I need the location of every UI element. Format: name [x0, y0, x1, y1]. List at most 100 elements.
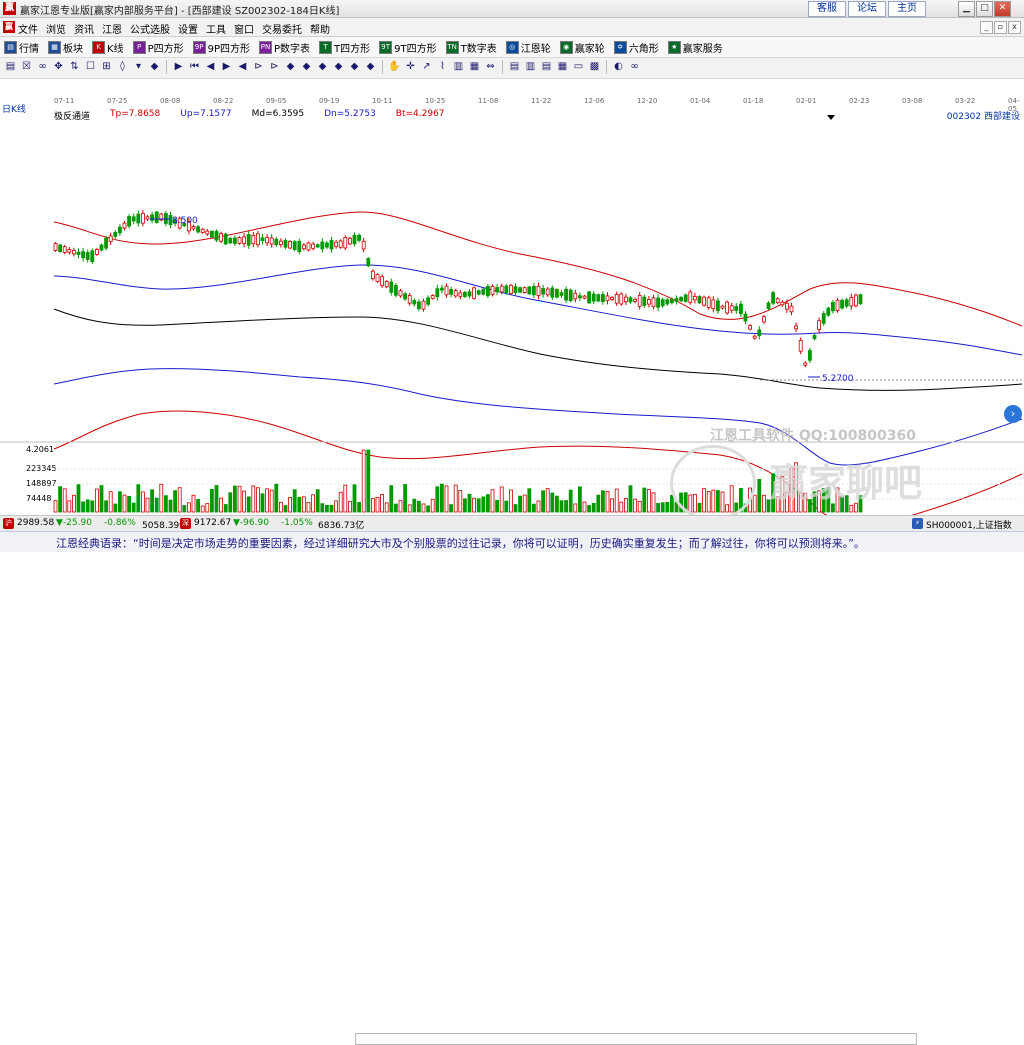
drawing-tool-icon-6[interactable]: ⊞ [100, 60, 113, 74]
drawing-tool-icon-27[interactable]: ↗ [420, 60, 433, 74]
candle-body [637, 294, 642, 307]
candle-body [288, 241, 293, 249]
candle-body [545, 288, 550, 296]
candle-body [90, 250, 95, 263]
candle-body [297, 241, 302, 253]
drawing-tool-icon-14[interactable]: ▶ [220, 60, 233, 74]
index-name[interactable]: SH000001,上证指数 [926, 518, 1012, 531]
drawing-tool-icon-17[interactable]: ⊳ [268, 60, 281, 74]
toolbar-button-11[interactable]: ✡ 六角形 [613, 40, 659, 55]
drawing-tool-icon-25[interactable]: ✋ [388, 60, 401, 74]
volume-bar [513, 504, 518, 513]
drawing-tool-icon-31[interactable]: ⇔ [484, 60, 497, 74]
candle-body [209, 230, 214, 238]
sh-index-icon[interactable]: 沪 [3, 518, 14, 529]
toolbar-button-6[interactable]: T T四方形 [319, 40, 370, 55]
candle-body [614, 293, 619, 304]
candle-body [762, 316, 766, 323]
drawing-tool-icon-11[interactable]: ▶ [172, 60, 185, 74]
toolbar-button-10[interactable]: ◉ 赢家轮 [559, 40, 605, 55]
volume-bar [398, 500, 403, 513]
drawing-tool-icon-5[interactable]: ☐ [84, 60, 97, 74]
toolbar-button-7[interactable]: 9T 9T四方形 [379, 40, 437, 55]
menu-item-4[interactable]: 公式选股 [130, 21, 170, 36]
drawing-tool-icon-26[interactable]: ✛ [404, 60, 417, 74]
volume-bar [752, 494, 757, 513]
toolbar-button-label: P数字表 [274, 44, 311, 55]
drawing-tool-icon-40[interactable]: ◐ [612, 60, 625, 74]
mdi-close-icon[interactable]: x [1008, 21, 1021, 34]
drawing-tool-icon-28[interactable]: ⌇ [436, 60, 449, 74]
menu-item-5[interactable]: 设置 [178, 21, 198, 36]
side-next-icon[interactable]: › [1004, 405, 1022, 423]
candle-body [757, 329, 762, 337]
sz-index-icon[interactable]: 深 [180, 518, 191, 529]
candle-body [495, 287, 500, 293]
drawing-tool-icon-15[interactable]: ◀ [236, 60, 249, 74]
candle-body [412, 300, 417, 305]
mdi-restore-icon[interactable]: ▫ [994, 21, 1007, 34]
forum-link[interactable]: 论坛 [848, 1, 886, 17]
toolbar-button-4[interactable]: 9P 9P四方形 [192, 40, 250, 55]
drawing-tool-icon-35[interactable]: ▤ [540, 60, 553, 74]
horizontal-scrollbar[interactable] [355, 1033, 917, 1045]
drawing-tool-icon-2[interactable]: ∞ [36, 60, 49, 74]
candle-body [651, 297, 656, 307]
menu-item-7[interactable]: 窗口 [234, 21, 254, 36]
drawing-tool-icon-20[interactable]: ◆ [316, 60, 329, 74]
drawing-tool-icon-22[interactable]: ◆ [348, 60, 361, 74]
candle-body [255, 233, 260, 246]
drawing-tool-icon-33[interactable]: ▤ [508, 60, 521, 74]
drawing-tool-icon-3[interactable]: ✥ [52, 60, 65, 74]
drawing-tool-icon-18[interactable]: ◆ [284, 60, 297, 74]
toolbar-button-0[interactable]: ▤ 行情 [4, 40, 39, 55]
drawing-tool-icon-30[interactable]: ▦ [468, 60, 481, 74]
maximize-icon[interactable]: □ [976, 1, 993, 17]
menu-item-9[interactable]: 帮助 [310, 21, 330, 36]
menu-item-2[interactable]: 资讯 [74, 21, 94, 36]
drawing-tool-icon-23[interactable]: ◆ [364, 60, 377, 74]
volume-bar [95, 488, 99, 513]
drawing-tool-icon-9[interactable]: ◆ [148, 60, 161, 74]
toolbar-button-1[interactable]: ▦ 板块 [48, 40, 83, 55]
drawing-tool-icon-4[interactable]: ⇅ [68, 60, 81, 74]
menu-item-6[interactable]: 工具 [206, 21, 226, 36]
low-annotation: 5.2700 [822, 374, 854, 384]
sz-index-amount: 6836.73亿 [318, 521, 365, 531]
homepage-link[interactable]: 主页 [888, 1, 926, 17]
candle-body [269, 237, 274, 245]
drawing-tool-icon-37[interactable]: ▭ [572, 60, 585, 74]
drawing-tool-icon-19[interactable]: ◆ [300, 60, 313, 74]
close-icon[interactable]: ✕ [994, 1, 1011, 17]
toolbar-button-3[interactable]: P P四方形 [132, 40, 184, 55]
toolbar-button-8[interactable]: TN T数字表 [445, 40, 497, 55]
drawing-tool-icon-1[interactable]: ☒ [20, 60, 33, 74]
drawing-tool-icon-21[interactable]: ◆ [332, 60, 345, 74]
drawing-tool-icon-36[interactable]: ▦ [556, 60, 569, 74]
mdi-minimize-icon[interactable]: _ [980, 21, 993, 34]
candle-body [504, 285, 509, 293]
menu-item-0[interactable]: 文件 [18, 21, 38, 36]
drawing-tool-icon-0[interactable]: ▤ [4, 60, 17, 74]
drawing-tool-icon-7[interactable]: ◊ [116, 60, 129, 74]
menu-item-8[interactable]: 交易委托 [262, 21, 302, 36]
toolbar-button-9[interactable]: ◎ 江恩轮 [505, 40, 551, 55]
toolbar-button-12[interactable]: ★ 赢家服务 [667, 40, 723, 55]
drawing-tool-icon-12[interactable]: ⏮ [188, 60, 201, 74]
block-icon: ▦ [48, 41, 61, 54]
toolbar-button-2[interactable]: K K线 [92, 40, 124, 55]
drawing-tool-icon-13[interactable]: ◀ [204, 60, 217, 74]
drawing-tool-icon-38[interactable]: ▩ [588, 60, 601, 74]
menu-item-1[interactable]: 浏览 [46, 21, 66, 36]
drawing-tool-icon-29[interactable]: ▥ [452, 60, 465, 74]
toolbar-button-5[interactable]: PN P数字表 [259, 40, 310, 55]
drawing-tool-icon-8[interactable]: ▾ [132, 60, 145, 74]
drawing-tool-icon-34[interactable]: ▥ [524, 60, 537, 74]
drawing-tool-icon-41[interactable]: ∞ [628, 60, 641, 74]
minimize-icon[interactable]: ▁ [958, 1, 975, 17]
drawing-tool-icon-16[interactable]: ⊳ [252, 60, 265, 74]
customer-service-link[interactable]: 客服 [808, 1, 846, 17]
menu-item-3[interactable]: 江恩 [102, 21, 122, 36]
volume-bar [173, 490, 178, 513]
volume-bar [545, 488, 550, 513]
